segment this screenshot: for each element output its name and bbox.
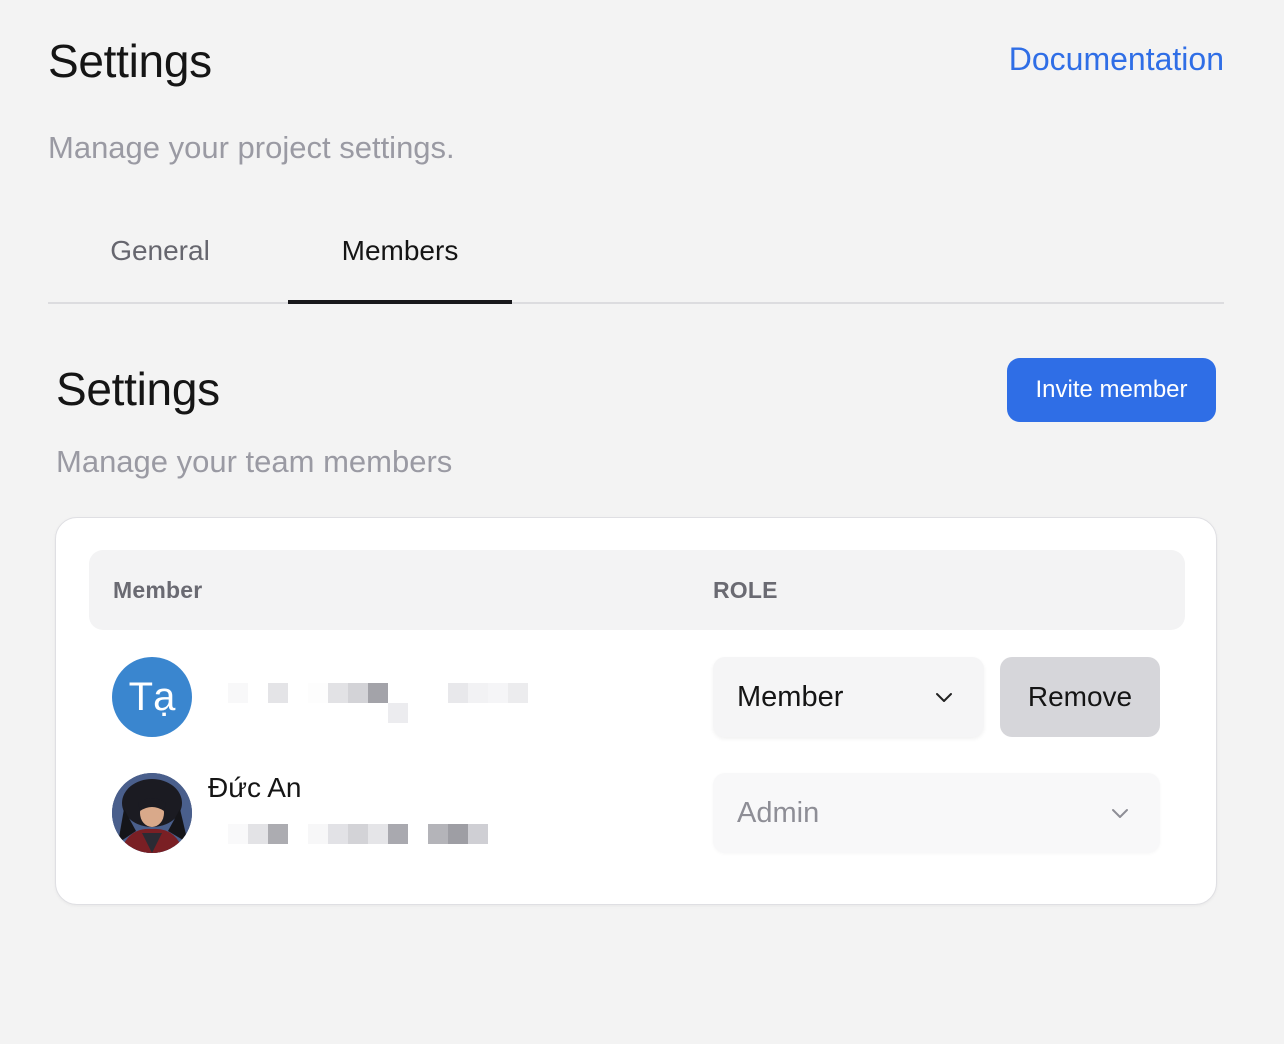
page-subtitle: Manage your project settings.	[48, 130, 455, 165]
section-subtitle: Manage your team members	[56, 444, 453, 479]
tab-members[interactable]: Members	[288, 200, 512, 304]
role-select[interactable]: Member	[713, 657, 984, 737]
members-card: Member ROLE Tạ Member Remove Đức An Admi…	[55, 517, 1217, 905]
redacted-member-info	[208, 824, 488, 844]
redacted-member-info	[388, 703, 408, 723]
table-row: Tạ Member Remove	[56, 656, 1216, 738]
chevron-down-icon	[1112, 809, 1128, 818]
tab-general[interactable]: General	[48, 200, 272, 302]
table-header: Member ROLE	[89, 550, 1185, 630]
avatar: Tạ	[112, 657, 192, 737]
invite-member-button[interactable]: Invite member	[1007, 358, 1216, 422]
role-select-value: Member	[737, 680, 844, 713]
avatar	[112, 773, 192, 853]
documentation-link[interactable]: Documentation	[1009, 41, 1224, 78]
chevron-down-icon	[936, 693, 952, 702]
table-row: Đức An Admin	[56, 772, 1216, 854]
column-header-member: Member	[113, 576, 203, 603]
section-title: Settings	[56, 363, 220, 415]
member-name: Đức An	[208, 772, 302, 803]
role-select-value: Admin	[737, 796, 820, 829]
redacted-member-info	[208, 683, 528, 703]
page-title: Settings	[48, 35, 212, 87]
remove-button[interactable]: Remove	[1000, 657, 1160, 737]
column-header-role: ROLE	[713, 576, 778, 603]
tab-bar: General Members	[48, 200, 1224, 304]
role-select-disabled: Admin	[713, 773, 1160, 853]
